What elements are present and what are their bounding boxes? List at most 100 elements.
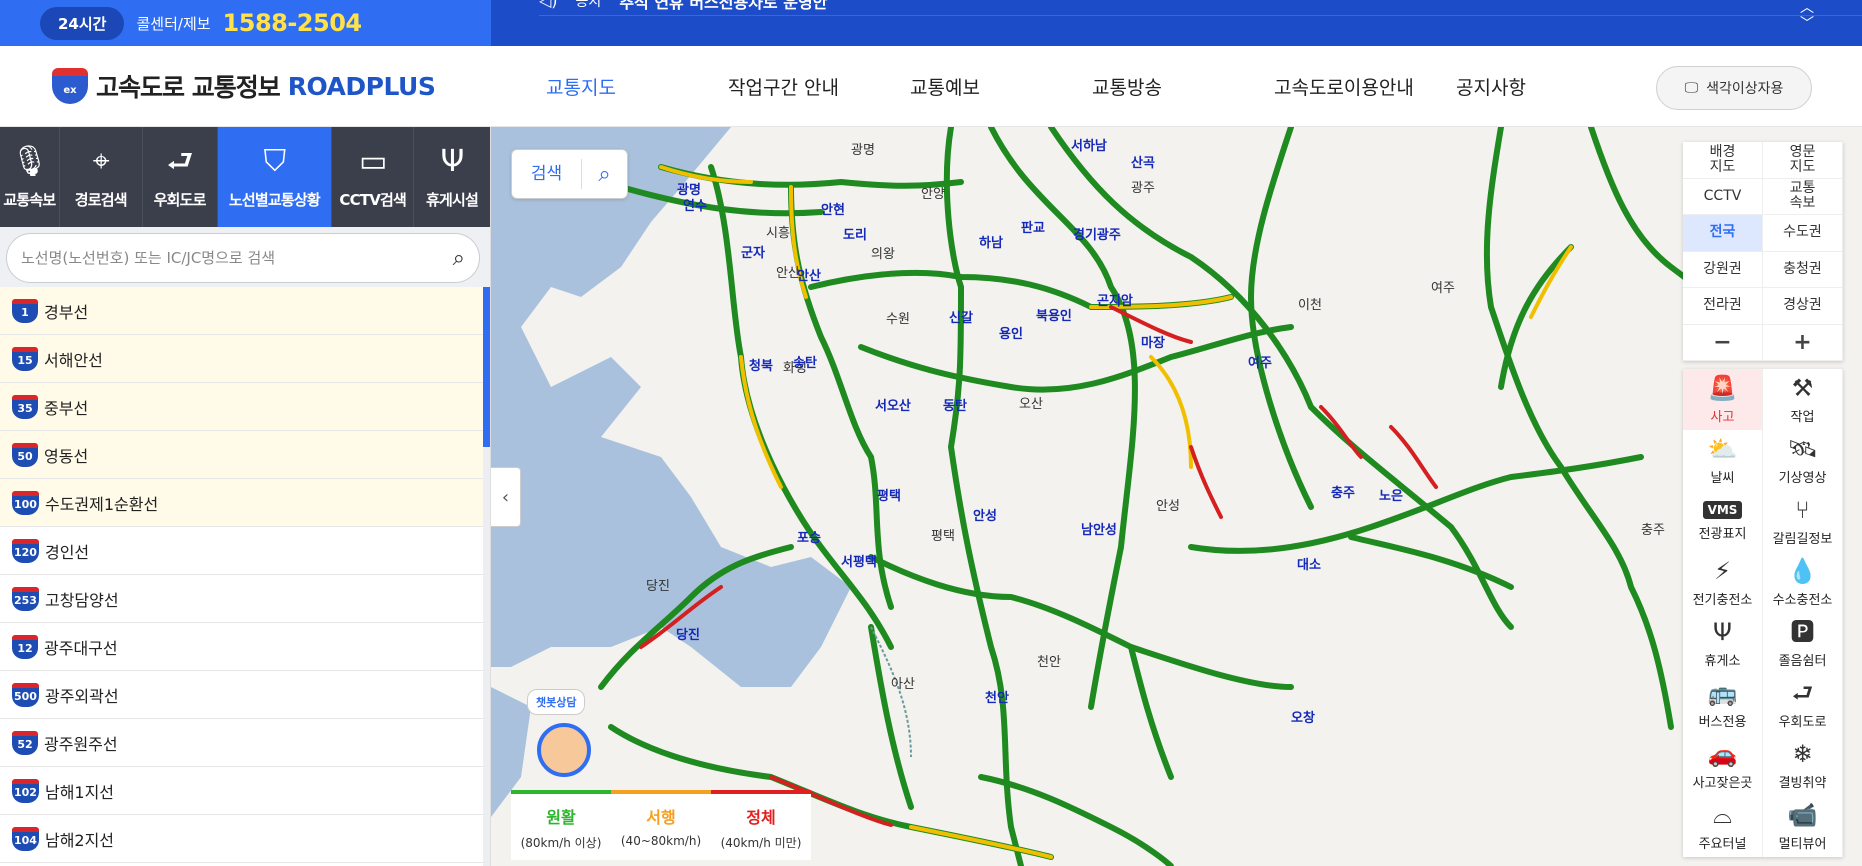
layer-parking-button[interactable]: 🅿 졸음쉼터 xyxy=(1763,613,1843,674)
layer-detour-button[interactable]: ⮐ 우회도로 xyxy=(1763,674,1843,735)
road-jam-segment xyxy=(1189,445,1223,519)
notice-text[interactable]: 추석 연휴 버스전용차로 운영안 xyxy=(619,0,827,13)
layer-work-button[interactable]: ⚒ 작업 xyxy=(1763,369,1843,430)
map-ic-label: 포승 xyxy=(797,531,821,546)
background-map-button[interactable]: 배경 지도 xyxy=(1683,142,1763,179)
nav-forecast[interactable]: 교통예보 xyxy=(910,73,1092,100)
chevron-down-icon[interactable]: ﹀ xyxy=(1800,16,1814,32)
side-tabs: 🎙 교통속보 ⌖ 경로검색 ⮐ 우회도로 ⛉ 노선별교통상황 ▭ CCTV검색 … xyxy=(0,127,490,227)
map-ic-label: 평택 xyxy=(877,489,901,504)
list-item[interactable]: 104 남해2지선 xyxy=(0,815,484,863)
layer-frequent-accident-button[interactable]: 🚗 사고잦은곳 xyxy=(1683,735,1763,796)
route-name: 광주원주선 xyxy=(44,734,118,754)
nav-broadcast[interactable]: 교통방송 xyxy=(1092,73,1274,100)
panel-collapse-button[interactable]: ‹ xyxy=(491,467,521,527)
region-jeolla-button[interactable]: 전라권 xyxy=(1683,288,1763,325)
layer-rest-area-button[interactable]: Ψ 휴게소 xyxy=(1683,613,1763,674)
traffic-map[interactable]: 검색 ⌕ ‹ 광명 광주 안양 시흥 의왕 안산 수원 화성 오산 평택 이천 … xyxy=(491,127,1862,866)
cctv-layer-button[interactable]: CCTV xyxy=(1683,178,1763,215)
road-slow-segment xyxy=(1529,245,1573,319)
legend-jam-label: 정체 xyxy=(746,808,776,827)
map-ic-label: 청북 xyxy=(749,359,773,374)
region-label: 경상권 xyxy=(1783,297,1822,314)
map-search-button[interactable]: 검색 ⌕ xyxy=(511,149,628,199)
list-item[interactable]: 1 경부선 xyxy=(0,287,484,335)
layer-ev-charger-button[interactable]: ⚡ 전기충전소 xyxy=(1683,552,1763,613)
list-item[interactable]: 500 광주외곽선 xyxy=(0,671,484,719)
list-item[interactable]: 120 경인선 xyxy=(0,527,484,575)
map-city-label: 시흥 xyxy=(766,226,790,241)
chevron-up-icon[interactable]: ︿ xyxy=(1800,0,1814,16)
layer-vms-button[interactable]: VMS 전광표지 xyxy=(1683,491,1763,552)
layer-label: 갈림길정보 xyxy=(1772,532,1833,547)
callcenter-phone[interactable]: 1588-2504 xyxy=(223,9,363,37)
layer-icy-road-button[interactable]: ❄ 결빙취약 xyxy=(1763,735,1843,796)
tab-traffic-news[interactable]: 🎙 교통속보 xyxy=(0,127,60,227)
list-item[interactable]: 12 광주대구선 xyxy=(0,623,484,671)
region-capital-button[interactable]: 수도권 xyxy=(1763,215,1843,252)
road-segment xyxy=(868,554,1294,690)
chatbot-button[interactable]: 챗봇상담 xyxy=(527,689,617,789)
tab-cctv[interactable]: ▭ CCTV검색 xyxy=(332,127,415,227)
list-item[interactable]: 52 광주원주선 xyxy=(0,719,484,767)
layer-accident-button[interactable]: 🚨 사고 xyxy=(1683,369,1763,430)
detour-sign-icon: ⮐ xyxy=(166,143,194,179)
tab-rest-area[interactable]: Ψ 휴게시설 xyxy=(414,127,490,227)
english-map-button[interactable]: 영문 지도 xyxy=(1763,142,1843,179)
region-chungcheong-button[interactable]: 충청권 xyxy=(1763,251,1843,288)
scroll-thumb[interactable] xyxy=(483,287,490,447)
region-gangwon-button[interactable]: 강원권 xyxy=(1683,251,1763,288)
map-city-label: 천안 xyxy=(1037,655,1061,670)
list-item[interactable]: 50 영동선 xyxy=(0,431,484,479)
map-ic-label: 신갈 xyxy=(949,311,973,326)
megaphone-icon: ◁) xyxy=(539,0,558,10)
tab-route-search[interactable]: ⌖ 경로검색 xyxy=(60,127,143,227)
layer-tunnel-button[interactable]: ⌓ 주요터널 xyxy=(1683,796,1763,857)
nav-work-zone[interactable]: 작업구간 안내 xyxy=(728,73,910,100)
layer-label: 사고 xyxy=(1710,410,1735,425)
layer-weather-button[interactable]: ⛅ 날씨 xyxy=(1683,430,1763,491)
map-city-label: 의왕 xyxy=(871,247,895,262)
map-ic-label: 천안 xyxy=(985,691,1009,706)
nav-traffic-map[interactable]: 교통지도 xyxy=(546,73,728,100)
layer-satellite-button[interactable]: 🛰 기상영상 xyxy=(1763,430,1843,491)
list-item[interactable]: 35 중부선 xyxy=(0,383,484,431)
nav-usage-guide[interactable]: 고속도로이용안내 xyxy=(1274,73,1456,100)
nav-notices[interactable]: 공지사항 xyxy=(1456,73,1638,100)
notice-ticker[interactable]: ◁) 공지 추석 연휴 버스전용차로 운영안 xyxy=(539,0,1862,16)
route-name: 경부선 xyxy=(44,302,89,322)
map-ic-label: 북용인 xyxy=(1036,309,1072,324)
route-number-badge: 102 xyxy=(12,778,39,803)
layer-hydrogen-button[interactable]: 💧 수소충전소 xyxy=(1763,552,1843,613)
satellite-icon: 🛰 xyxy=(1787,435,1818,463)
traffic-news-layer-button[interactable]: 교통 속보 xyxy=(1763,178,1843,215)
zoom-out-button[interactable]: − xyxy=(1683,324,1763,361)
tab-detour[interactable]: ⮐ 우회도로 xyxy=(143,127,218,227)
layer-fork-road-button[interactable]: ⑂ 갈림길정보 xyxy=(1763,491,1843,552)
background-map-label: 배경 지도 xyxy=(1709,143,1736,175)
route-name: 광주대구선 xyxy=(44,638,118,658)
site-logo[interactable]: ex 고속도로 교통정보 ROADPLUS xyxy=(52,68,492,104)
list-item[interactable]: 253 고창담양선 xyxy=(0,575,484,623)
layer-bus-button[interactable]: 🚌 버스전용 xyxy=(1683,674,1763,735)
map-city-label: 충주 xyxy=(1641,523,1665,538)
color-blind-mode-button[interactable]: 🖵 색각이상자용 xyxy=(1656,66,1812,110)
list-item[interactable]: 102 남해1지선 xyxy=(0,767,484,815)
side-panel: 🎙 교통속보 ⌖ 경로검색 ⮐ 우회도로 ⛉ 노선별교통상황 ▭ CCTV검색 … xyxy=(0,127,491,866)
layer-multiviewer-button[interactable]: 📹 멀티뷰어 xyxy=(1763,796,1843,857)
legend-smooth: 원활 (80km/h 이상) xyxy=(511,790,611,860)
road-segment xyxy=(1188,454,1644,554)
route-search-input[interactable] xyxy=(21,249,421,267)
search-icon[interactable]: ⌕ xyxy=(453,246,465,271)
monitor-icon: 🖵 xyxy=(1684,80,1699,96)
list-item[interactable]: 100 수도권제1순환선 xyxy=(0,479,484,527)
route-number-badge: 100 xyxy=(12,490,39,515)
road-segment xyxy=(1308,404,1514,630)
region-nationwide-button[interactable]: 전국 xyxy=(1683,215,1763,252)
zoom-in-button[interactable]: + xyxy=(1763,324,1843,361)
region-gyeongsang-button[interactable]: 경상권 xyxy=(1763,288,1843,325)
layer-label: 주요터널 xyxy=(1698,837,1747,852)
list-item[interactable]: 15 서해안선 xyxy=(0,335,484,383)
tab-route-traffic[interactable]: ⛉ 노선별교통상황 xyxy=(217,127,333,227)
route-list-scrollbar[interactable] xyxy=(483,287,490,866)
